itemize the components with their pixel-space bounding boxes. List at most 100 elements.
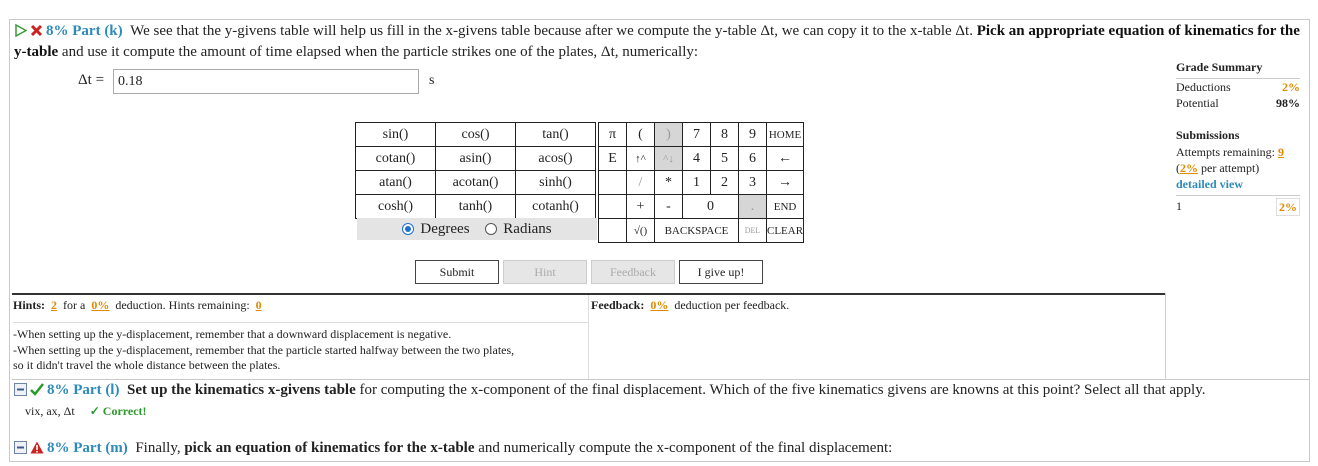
pi-key[interactable]: π (598, 122, 627, 147)
blank-key-3 (598, 218, 627, 243)
asin-button[interactable]: asin() (435, 146, 516, 171)
x-icon (30, 24, 43, 43)
home-key[interactable]: HOME (765, 122, 805, 147)
hints-deduction-text: deduction. Hints remaining: (115, 298, 250, 312)
radians-radio[interactable] (485, 223, 498, 235)
tanh-button[interactable]: tanh() (435, 194, 516, 219)
hints-remaining: 0 (255, 298, 262, 312)
collapse-icon[interactable] (14, 383, 27, 401)
hints-count: 2 (51, 298, 58, 312)
play-arrow-icon[interactable] (14, 23, 28, 43)
minus-key[interactable]: - (654, 194, 683, 219)
backspace-key[interactable]: BACKSPACE (654, 218, 739, 243)
atan-button[interactable]: atan() (355, 170, 436, 195)
cos-button[interactable]: cos() (435, 122, 516, 147)
hints-label: Hints: (13, 298, 46, 312)
function-keypad: sin() cos() tan() cotan() asin() acos() … (355, 122, 596, 219)
key-6[interactable]: 6 (738, 146, 767, 171)
clear-key[interactable]: CLEAR (765, 218, 805, 243)
attempt-number: 1 (1176, 199, 1182, 213)
end-key[interactable]: END (765, 194, 805, 219)
attempts-label: Attempts remaining: (1176, 145, 1275, 159)
part-m-percent: 8% Part (m) (47, 440, 128, 456)
degrees-label[interactable]: Degrees (420, 221, 469, 238)
part-l-percent: 8% Part (l) (47, 382, 120, 398)
lparen-key[interactable]: ( (626, 122, 655, 147)
hint-item: -When setting up the y-displacement, rem… (13, 342, 515, 357)
part-l-answer-row: vix, ax, Δt ✓ Correct! (25, 404, 147, 419)
multiply-key[interactable]: * (654, 170, 683, 195)
submissions-panel: Submissions Attempts remaining: 9 (2% pe… (1176, 127, 1300, 216)
part-m-text-2: and numerically compute the x-component … (478, 440, 893, 456)
part-k-text-2: and use it compute the amount of time el… (61, 44, 699, 60)
radians-label[interactable]: Radians (503, 221, 551, 238)
part-m-bold: pick an equation of kinematics for the x… (184, 440, 475, 456)
cosh-button[interactable]: cosh() (355, 194, 436, 219)
delta-t-label: Δt = (78, 72, 105, 88)
acotan-button[interactable]: acotan() (435, 170, 516, 195)
grade-summary: Grade Summary Deductions 2% Potential 98% (1176, 60, 1300, 111)
correct-status: ✓ Correct! (89, 404, 147, 418)
right-frame-line (1165, 293, 1166, 379)
part-k-header: 8% Part (k) We see that the y-givens tab… (14, 22, 1304, 62)
left-arrow-key[interactable]: ← (765, 146, 805, 171)
sin-button[interactable]: sin() (355, 122, 436, 147)
acos-button[interactable]: acos() (515, 146, 596, 171)
e-key[interactable]: E (598, 146, 627, 171)
part-l-header: 8% Part (l) Set up the kinematics x-give… (14, 382, 1304, 401)
key-2[interactable]: 2 (710, 170, 739, 195)
grade-summary-title: Grade Summary (1176, 60, 1263, 74)
hints-list: -When setting up the y-displacement, rem… (13, 322, 588, 378)
feedback-button[interactable]: Feedback (591, 260, 675, 284)
part-separator (12, 379, 1310, 380)
key-9[interactable]: 9 (738, 122, 767, 147)
key-4[interactable]: 4 (682, 146, 711, 171)
attempts-value: 9 (1277, 145, 1284, 159)
sinh-button[interactable]: sinh() (515, 170, 596, 195)
sqrt-key[interactable]: √() (626, 218, 655, 243)
key-5[interactable]: 5 (710, 146, 739, 171)
part-m-header: 8% Part (m) Finally, pick an equation of… (14, 440, 1304, 459)
hints-summary: Hints: 2 for a 0% deduction. Hints remai… (13, 298, 265, 313)
deductions-label: Deductions (1176, 80, 1231, 94)
blank-key (598, 170, 627, 195)
hint-button[interactable]: Hint (503, 260, 587, 284)
up-exponent-key[interactable]: ↑^ (626, 146, 655, 171)
collapse-icon[interactable] (14, 441, 27, 459)
numeric-keypad: π ( ) 7 8 9 HOME E ↑^ ^↓ 4 5 6 ← / * 1 2… (598, 122, 864, 243)
degrees-radio[interactable] (402, 223, 415, 235)
key-7[interactable]: 7 (682, 122, 711, 147)
rparen-key[interactable]: ) (654, 122, 683, 147)
part-k-percent: 8% Part (k) (46, 23, 123, 39)
per-attempt-suffix: per attempt) (1201, 161, 1260, 175)
hints-divider (12, 293, 1166, 295)
potential-value: 98% (1276, 96, 1300, 110)
plus-key[interactable]: + (626, 194, 655, 219)
detailed-view-link[interactable]: detailed view (1176, 176, 1300, 192)
blank-key-2 (598, 194, 627, 219)
angle-mode-row: Degrees Radians (357, 218, 597, 240)
give-up-button[interactable]: I give up! (679, 260, 763, 284)
down-exponent-key[interactable]: ^↓ (654, 146, 683, 171)
cotan-button[interactable]: cotan() (355, 146, 436, 171)
feedback-summary: Feedback: 0% deduction per feedback. (591, 298, 789, 313)
attempt-pct: 2% (1276, 198, 1300, 216)
key-8[interactable]: 8 (710, 122, 739, 147)
delta-t-input[interactable] (113, 69, 419, 94)
key-1[interactable]: 1 (682, 170, 711, 195)
delete-key[interactable]: DEL (738, 218, 767, 243)
deductions-value: 2% (1282, 80, 1300, 94)
checkmark-icon (30, 383, 44, 401)
right-arrow-key[interactable]: → (765, 170, 805, 195)
hints-feedback-separator (588, 295, 589, 379)
cotanh-button[interactable]: cotanh() (515, 194, 596, 219)
part-l-bold: Set up the kinematics x-givens table (126, 382, 356, 398)
tan-button[interactable]: tan() (515, 122, 596, 147)
delta-t-unit: s (429, 73, 435, 88)
submissions-title: Submissions (1176, 128, 1240, 142)
key-3[interactable]: 3 (738, 170, 767, 195)
submit-button[interactable]: Submit (415, 260, 499, 284)
decimal-key[interactable]: . (738, 194, 767, 219)
divide-key[interactable]: / (626, 170, 655, 195)
key-0[interactable]: 0 (682, 194, 739, 219)
